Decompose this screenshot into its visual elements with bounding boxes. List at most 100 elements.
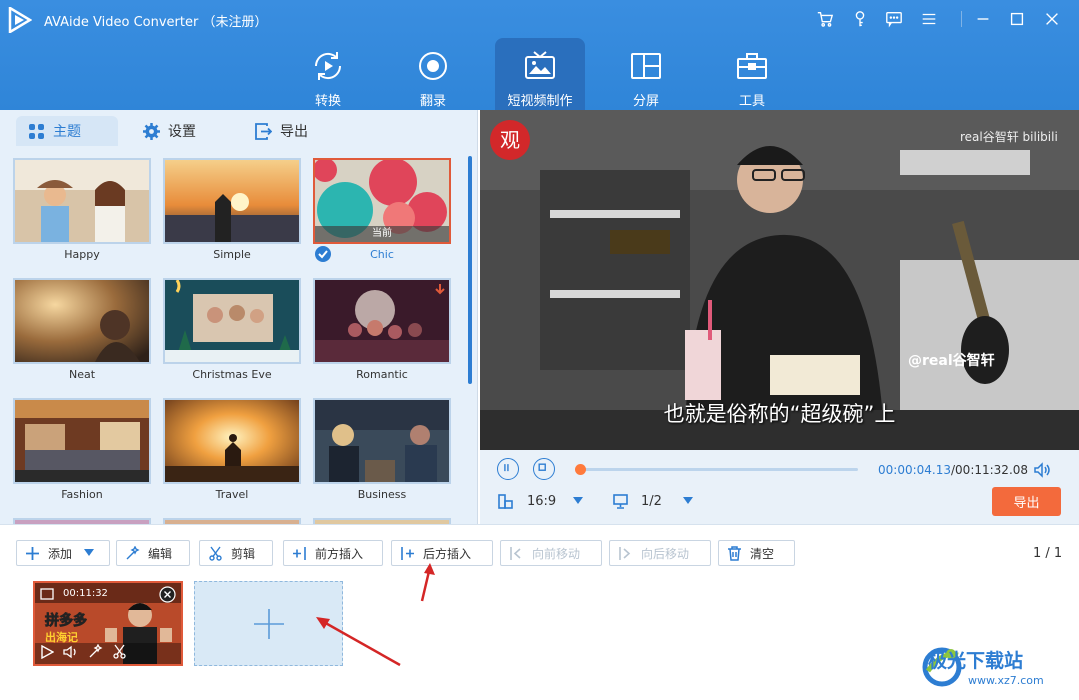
- nav-rip-label: 翻录: [419, 94, 446, 109]
- insert-after-button[interactable]: 后方插入: [391, 540, 493, 566]
- theme-label: Christmas Eve: [192, 368, 272, 381]
- theme-thumbnail: [163, 278, 301, 364]
- plus-icon: [253, 608, 284, 639]
- stop-button[interactable]: [533, 458, 555, 480]
- app-window: AVAide Video Converter （未注册） 转换 翻录 短视频制作…: [0, 0, 1079, 700]
- nav-rip[interactable]: 翻录: [388, 38, 478, 110]
- theme-label: Fashion: [61, 488, 103, 501]
- time-current: 00:00:04.13: [878, 463, 951, 477]
- mv-icon: [525, 51, 555, 79]
- theme-thumbnail: [313, 398, 451, 484]
- app-title: AVAide Video Converter （未注册）: [44, 15, 268, 30]
- annotation-arrow-icon: [420, 563, 435, 602]
- theme-thumbnail: 当前: [313, 158, 451, 244]
- tab-export-label: 导出: [280, 124, 308, 140]
- menu-icon[interactable]: [919, 9, 939, 29]
- export-button[interactable]: 导出: [992, 487, 1061, 516]
- collage-icon: [631, 53, 661, 79]
- clear-button[interactable]: 清空: [718, 540, 795, 566]
- play-icon[interactable]: [40, 645, 54, 659]
- convert-icon: [314, 52, 342, 80]
- rip-icon: [419, 52, 447, 80]
- chevron-down-icon[interactable]: [572, 496, 584, 505]
- nav-mv[interactable]: 短视频制作: [495, 38, 585, 110]
- nav-toolbox-label: 工具: [738, 94, 765, 109]
- scissors-icon[interactable]: [112, 644, 127, 659]
- theme-christmas-eve[interactable]: Christmas Eve: [163, 278, 301, 392]
- volume-icon[interactable]: [1033, 461, 1051, 479]
- theme-grid: Happy Simple 当前 Chic Neat Christmas Eve: [0, 146, 466, 524]
- tab-settings[interactable]: 设置: [143, 116, 196, 146]
- chevron-down-icon[interactable]: [682, 496, 694, 505]
- tab-settings-label: 设置: [168, 124, 196, 140]
- edit-label: 编辑: [148, 546, 173, 561]
- progress-bar[interactable]: [580, 468, 858, 471]
- theme-label: Simple: [213, 248, 251, 261]
- chevron-down-icon[interactable]: [84, 549, 95, 557]
- annotation-arrow-icon: [316, 617, 401, 667]
- minimize-icon[interactable]: [973, 9, 993, 29]
- volume-icon[interactable]: [63, 645, 79, 659]
- stop-icon: [538, 463, 546, 471]
- tab-export[interactable]: 导出: [255, 116, 308, 146]
- theme-business[interactable]: Business: [313, 398, 451, 512]
- nav-convert[interactable]: 转换: [283, 38, 373, 110]
- nav-collage-label: 分屏: [632, 94, 659, 109]
- theme-thumbnail: [313, 278, 451, 364]
- theme-chic[interactable]: 当前 Chic: [313, 158, 451, 272]
- maximize-icon[interactable]: [1007, 9, 1027, 29]
- theme-travel[interactable]: Travel: [163, 398, 301, 512]
- video-watermark: real谷智轩 bilibili: [960, 130, 1058, 144]
- theme-happy[interactable]: Happy: [13, 158, 151, 272]
- monitor-page[interactable]: 1/2: [641, 494, 662, 509]
- theme-romantic[interactable]: Romantic: [313, 278, 451, 392]
- scissors-icon: [209, 546, 222, 561]
- page-count: 1 / 1: [1033, 546, 1063, 561]
- feedback-icon[interactable]: [884, 9, 904, 29]
- aspect-ratio-value[interactable]: 16:9: [527, 494, 556, 509]
- close-icon[interactable]: [1042, 9, 1062, 29]
- magic-wand-icon: [126, 545, 140, 559]
- gear-icon: [143, 122, 160, 140]
- app-logo-icon: [8, 5, 33, 35]
- move-forward-button[interactable]: 向前移动: [500, 540, 602, 566]
- cart-icon[interactable]: [815, 9, 835, 29]
- move-forward-icon: [510, 546, 521, 560]
- move-forward-label: 向前移动: [532, 546, 581, 561]
- move-backward-icon: [619, 546, 631, 560]
- nav-collage[interactable]: 分屏: [601, 38, 691, 110]
- theme-panel: 主题 设置 导出 Happy Simple 当前 Chic Neat Chris…: [0, 110, 478, 524]
- key-icon[interactable]: [850, 9, 870, 29]
- trim-button[interactable]: 剪辑: [199, 540, 273, 566]
- timeline-clip[interactable]: 拼多多 出海记 00:11:32: [33, 581, 183, 666]
- add-button[interactable]: 添加: [16, 540, 110, 566]
- player-controls: 00:00:04.13 /00:11:32.08 16:9 1/2 导出: [480, 450, 1079, 524]
- progress-handle[interactable]: [575, 464, 586, 475]
- video-subtitle: 也就是俗称的“超级碗”上: [663, 402, 896, 426]
- svg-text:拼多多: 拼多多: [45, 612, 87, 629]
- move-backward-button[interactable]: 向后移动: [609, 540, 711, 566]
- current-badge: 当前: [315, 226, 449, 242]
- clip-close-icon[interactable]: [159, 586, 176, 603]
- theme-fashion[interactable]: Fashion: [13, 398, 151, 512]
- title-separator: [961, 11, 962, 27]
- insert-after-icon: [401, 546, 414, 560]
- effect-icon[interactable]: [88, 644, 103, 659]
- aspect-ratio-icon: [498, 494, 513, 509]
- theme-label: Romantic: [356, 368, 408, 381]
- insert-before-button[interactable]: 前方插入: [283, 540, 383, 566]
- theme-thumbnail: [13, 398, 151, 484]
- theme-label: Business: [357, 488, 407, 501]
- video-logo: 观: [500, 128, 520, 152]
- theme-scrollbar[interactable]: [468, 156, 472, 384]
- video-preview[interactable]: 观 real谷智轩 bilibili @real谷智轩 也就是俗称的“超级碗”上: [480, 110, 1079, 450]
- nav-toolbox[interactable]: 工具: [707, 38, 797, 110]
- tab-theme[interactable]: 主题: [16, 116, 118, 146]
- title-bar: AVAide Video Converter （未注册） 转换 翻录 短视频制作…: [0, 0, 1079, 110]
- panel-tabs: 主题 设置 导出: [0, 110, 478, 146]
- edit-button[interactable]: 编辑: [116, 540, 190, 566]
- pause-button[interactable]: [497, 458, 519, 480]
- theme-simple[interactable]: Simple: [163, 158, 301, 272]
- theme-neat[interactable]: Neat: [13, 278, 151, 392]
- theme-thumbnail: [163, 158, 301, 244]
